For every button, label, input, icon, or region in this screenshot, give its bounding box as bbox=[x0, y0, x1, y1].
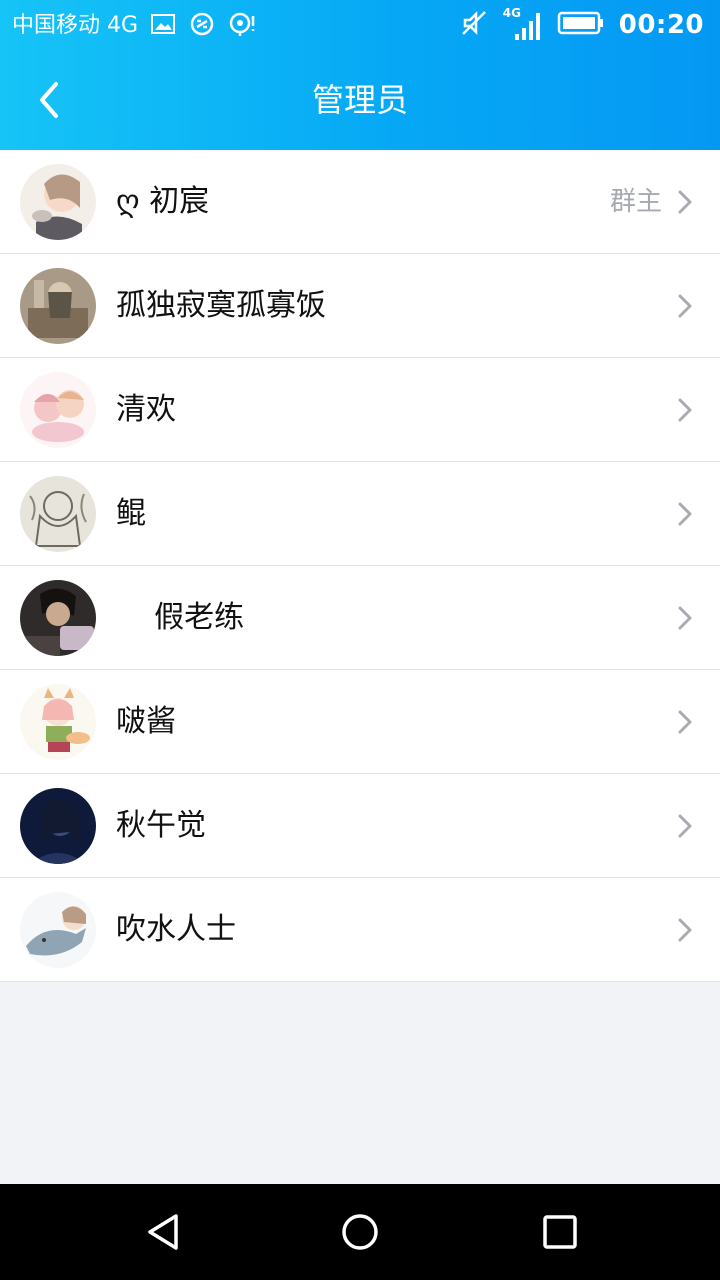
chevron-right-icon bbox=[678, 918, 692, 942]
member-name: 啵酱 bbox=[116, 704, 176, 739]
chevron-right-icon bbox=[678, 190, 692, 214]
recents-square-icon bbox=[543, 1215, 577, 1249]
list-item[interactable]: 鲲 bbox=[0, 462, 720, 566]
system-home-button[interactable] bbox=[338, 1210, 382, 1254]
status-bar: 中国移动 4G 4G 00:20 bbox=[0, 0, 720, 50]
chevron-right-icon bbox=[678, 710, 692, 734]
list-item[interactable]: 吹水人士 bbox=[0, 878, 720, 982]
avatar bbox=[20, 164, 96, 240]
clock: 00:20 bbox=[618, 10, 704, 40]
avatar bbox=[20, 788, 96, 864]
avatar bbox=[20, 268, 96, 344]
system-nav-bar bbox=[0, 1184, 720, 1280]
avatar bbox=[20, 684, 96, 760]
member-name: 鲲 bbox=[116, 496, 146, 531]
home-circle-icon bbox=[342, 1214, 378, 1250]
member-name: 吹水人士 bbox=[116, 912, 236, 947]
page-title: 管理员 bbox=[311, 81, 408, 119]
list-item[interactable]: 孤独寂寞孤寡饭 bbox=[0, 254, 720, 358]
role-badge: 群主 bbox=[609, 187, 662, 217]
list-item[interactable]: 秋午觉 bbox=[0, 774, 720, 878]
status-right: 4G 00:20 bbox=[459, 6, 704, 42]
avatar bbox=[20, 476, 96, 552]
list-item[interactable]: 假老练 bbox=[0, 566, 720, 670]
chevron-right-icon bbox=[678, 606, 692, 630]
list-item[interactable]: ღ 初宸 群主 bbox=[0, 150, 720, 254]
chevron-right-icon bbox=[678, 294, 692, 318]
system-back-button[interactable] bbox=[142, 1210, 186, 1254]
system-recents-button[interactable] bbox=[538, 1210, 582, 1254]
chevron-right-icon bbox=[678, 398, 692, 422]
title-bar: 管理员 bbox=[0, 50, 720, 150]
signal-icon: 4G bbox=[502, 6, 543, 42]
network-badge: 4G bbox=[502, 6, 521, 20]
back-triangle-icon bbox=[148, 1214, 178, 1250]
chevron-right-icon bbox=[678, 502, 692, 526]
hotspot-icon bbox=[228, 10, 258, 42]
member-name: ღ 初宸 bbox=[116, 184, 210, 219]
status-left: 中国移动 4G bbox=[12, 10, 258, 42]
list-item[interactable]: 啵酱 bbox=[0, 670, 720, 774]
member-name: 秋午觉 bbox=[116, 808, 206, 843]
battery-icon bbox=[557, 10, 605, 40]
sync-icon bbox=[188, 10, 216, 42]
member-name: 孤独寂寞孤寡饭 bbox=[116, 288, 326, 323]
list-item[interactable]: 清欢 bbox=[0, 358, 720, 462]
image-icon bbox=[150, 12, 176, 40]
member-name: 假老练 bbox=[116, 600, 245, 635]
avatar bbox=[20, 892, 96, 968]
carrier-label: 中国移动 4G bbox=[12, 13, 139, 38]
admin-list: ღ 初宸 群主 孤独寂寞孤寡饭 清欢 鲲 假老练 啵酱 秋午觉 吹水人士 bbox=[0, 150, 720, 982]
chevron-right-icon bbox=[678, 814, 692, 838]
avatar bbox=[20, 372, 96, 448]
avatar bbox=[20, 580, 96, 656]
member-name: 清欢 bbox=[116, 392, 176, 427]
mute-icon bbox=[459, 8, 489, 42]
